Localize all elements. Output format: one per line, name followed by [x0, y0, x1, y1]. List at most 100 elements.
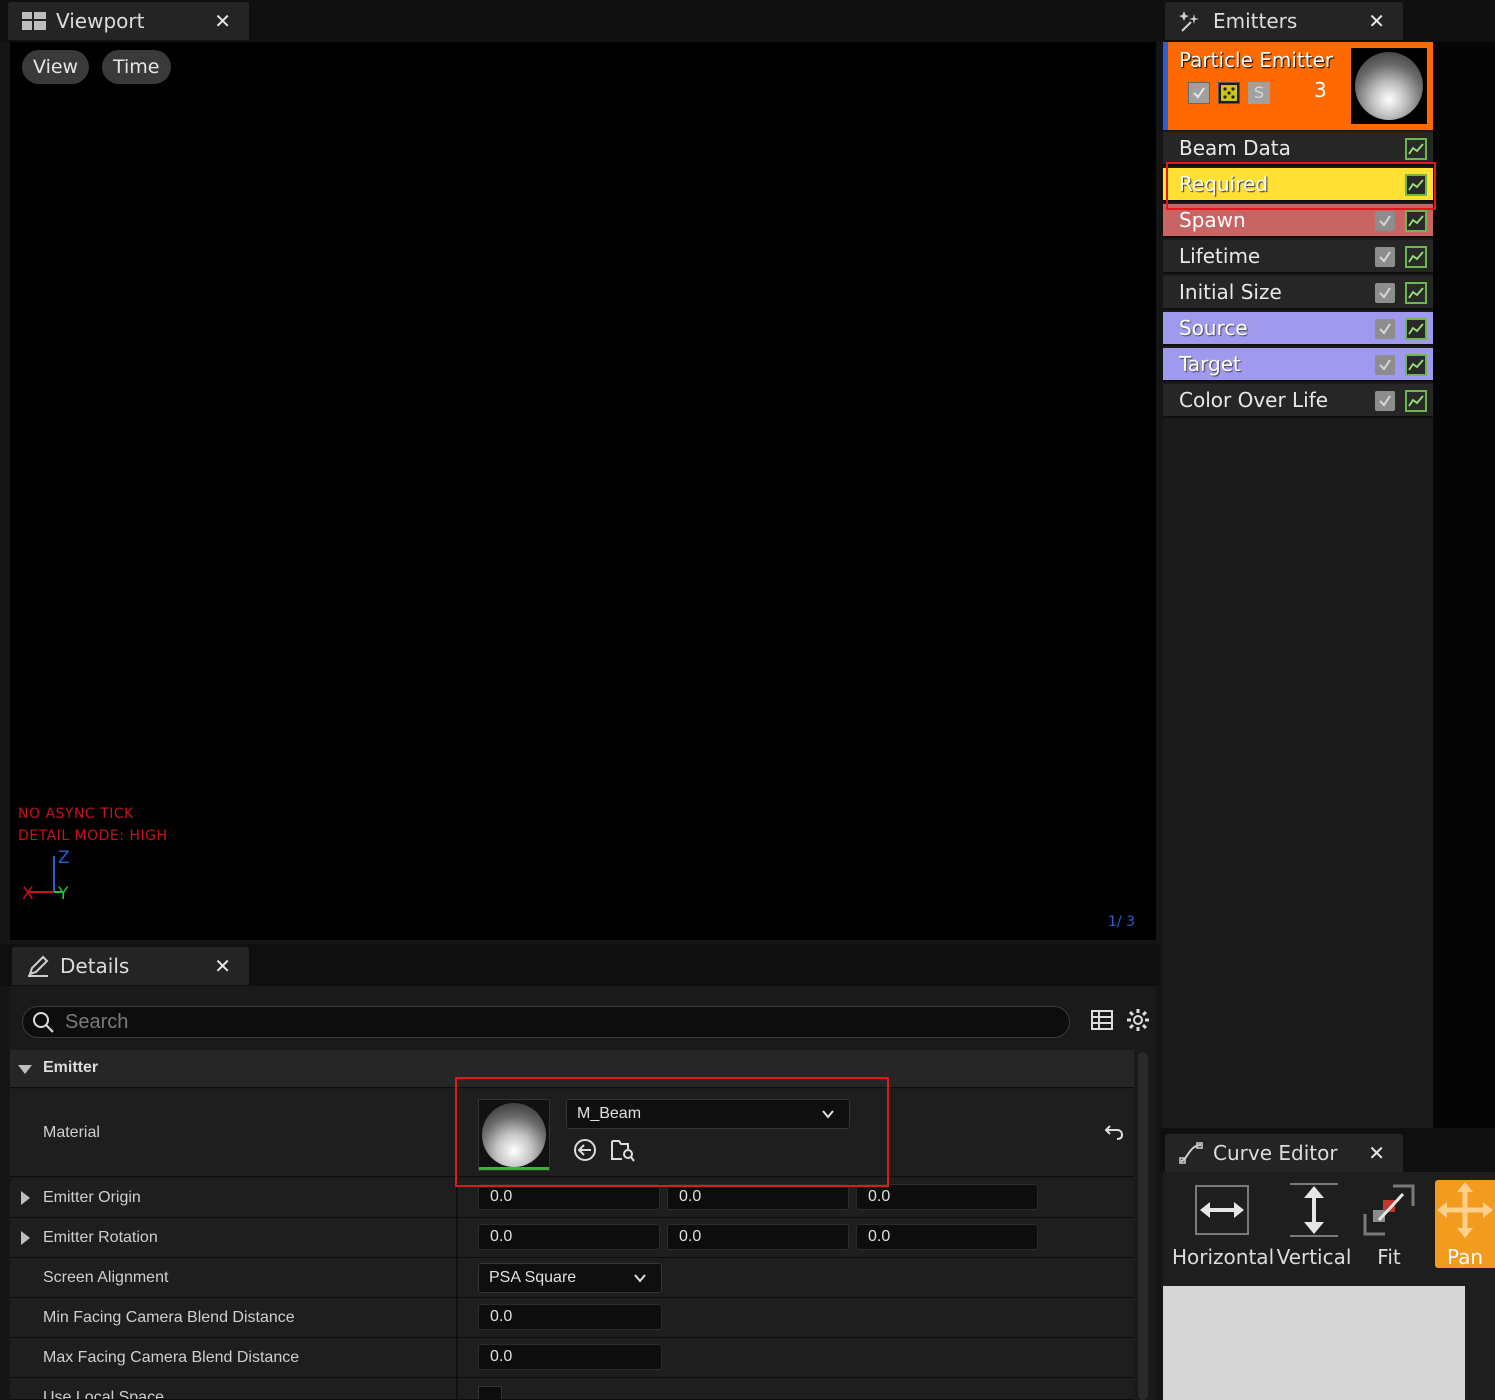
prop-screen-alignment: Screen Alignment PSA Square [10, 1258, 1134, 1298]
fit-vertical-icon [1290, 1183, 1338, 1237]
module-spawn[interactable]: Spawn [1163, 204, 1433, 238]
prop-max-facing-camera-blend: Max Facing Camera Blend Distance 0.0 [10, 1338, 1134, 1378]
curve-graph-icon[interactable] [1405, 138, 1427, 160]
curve-graph-icon[interactable] [1405, 210, 1427, 232]
module-enable-checkbox[interactable] [1375, 211, 1395, 231]
prop-label: Emitter Rotation [43, 1229, 158, 1246]
curve-graph-icon[interactable] [1405, 390, 1427, 412]
emitter-name: Particle Emitter [1179, 48, 1334, 72]
expand-arrow-icon[interactable] [21, 1191, 30, 1205]
module-color-over-life[interactable]: Color Over Life [1163, 384, 1433, 418]
module-beam-data[interactable]: Beam Data [1163, 132, 1433, 166]
close-icon[interactable]: ✕ [214, 954, 231, 978]
material-dropdown[interactable]: M_Beam [566, 1099, 850, 1129]
viewport-canvas[interactable]: View Time NO ASYNC TICK DETAIL MODE: HIG… [10, 42, 1156, 940]
rotation-x-field[interactable]: 0.0 [478, 1224, 660, 1250]
prop-label: Screen Alignment [43, 1269, 169, 1286]
material-value: M_Beam [577, 1105, 642, 1122]
search-icon [33, 1012, 54, 1033]
search-input[interactable] [65, 1010, 965, 1034]
prop-emitter-rotation: Emitter Rotation 0.0 0.0 0.0 [10, 1218, 1134, 1258]
module-required[interactable]: Required [1163, 168, 1433, 202]
module-enable-checkbox[interactable] [1375, 355, 1395, 375]
tab-details-label: Details [60, 954, 130, 978]
module-label: Required [1179, 172, 1269, 196]
expand-arrow-icon[interactable] [21, 1231, 30, 1245]
prop-min-facing-camera-blend: Min Facing Camera Blend Distance 0.0 [10, 1298, 1134, 1338]
fit-icon [1363, 1184, 1415, 1236]
chevron-down-icon [634, 1274, 646, 1283]
origin-y-field[interactable]: 0.0 [667, 1184, 849, 1210]
origin-x-field[interactable]: 0.0 [478, 1184, 660, 1210]
tab-curve-editor-label: Curve Editor [1213, 1141, 1338, 1165]
curve-graph-area[interactable] [1163, 1286, 1465, 1400]
min-facing-field[interactable]: 0.0 [478, 1304, 662, 1330]
close-icon[interactable]: ✕ [1368, 1141, 1385, 1165]
prop-label: Use Local Space [43, 1389, 164, 1400]
pan-button[interactable]: Pan [1435, 1180, 1495, 1269]
stat-detail-mode: DETAIL MODE: HIGH [18, 828, 168, 844]
tab-curve-editor[interactable]: Curve Editor ✕ [1165, 1134, 1403, 1172]
collapse-arrow-icon[interactable] [18, 1065, 32, 1074]
pan-label: Pan [1446, 1245, 1484, 1269]
module-enable-checkbox[interactable] [1375, 391, 1395, 411]
emitter-header[interactable]: Particle Emitter S 3 [1163, 42, 1433, 130]
curve-graph-icon[interactable] [1405, 282, 1427, 304]
tab-details[interactable]: Details ✕ [12, 947, 249, 985]
lod-counter: 1/ 3 [1108, 914, 1135, 930]
module-lifetime[interactable]: Lifetime [1163, 240, 1433, 274]
screen-alignment-value: PSA Square [489, 1269, 577, 1286]
time-menu-button[interactable]: Time [102, 50, 171, 84]
tab-viewport[interactable]: Viewport ✕ [8, 2, 249, 40]
close-icon[interactable]: ✕ [214, 9, 231, 33]
vertical-button[interactable]: Vertical [1276, 1180, 1352, 1269]
vertical-label: Vertical [1276, 1245, 1352, 1269]
module-enable-checkbox[interactable] [1375, 319, 1395, 339]
details-scrollbar[interactable] [1138, 1052, 1148, 1400]
screen-alignment-dropdown[interactable]: PSA Square [478, 1263, 662, 1293]
render-mode-icon[interactable] [1218, 82, 1240, 104]
fit-button[interactable]: Fit [1356, 1180, 1422, 1269]
solo-button[interactable]: S [1248, 82, 1270, 104]
browse-asset-icon[interactable] [610, 1137, 636, 1167]
horizontal-button[interactable]: Horizontal [1172, 1180, 1274, 1269]
curve-graph-icon[interactable] [1405, 354, 1427, 376]
view-menu-button[interactable]: View [22, 50, 90, 84]
max-facing-field[interactable]: 0.0 [478, 1344, 662, 1370]
axis-gizmo: Z X Y [18, 848, 78, 908]
module-target[interactable]: Target [1163, 348, 1433, 382]
prop-emitter-origin: Emitter Origin 0.0 0.0 0.0 [10, 1178, 1134, 1218]
origin-z-field[interactable]: 0.0 [856, 1184, 1038, 1210]
material-thumbnail[interactable] [478, 1099, 550, 1171]
curve-graph-icon[interactable] [1405, 318, 1427, 340]
reset-to-default-icon[interactable] [1104, 1123, 1124, 1145]
curve-graph-icon[interactable] [1405, 174, 1427, 196]
module-label: Beam Data [1179, 136, 1291, 160]
tab-emitters-label: Emitters [1213, 9, 1298, 33]
emitter-enable-checkbox[interactable] [1188, 82, 1210, 104]
fit-label: Fit [1377, 1245, 1401, 1269]
use-selected-asset-icon[interactable] [572, 1137, 598, 1167]
curve-graph-icon[interactable] [1405, 246, 1427, 268]
prop-use-local-space: Use Local Space [10, 1378, 1134, 1400]
rotation-y-field[interactable]: 0.0 [667, 1224, 849, 1250]
module-source[interactable]: Source [1163, 312, 1433, 346]
use-local-space-checkbox[interactable] [478, 1386, 502, 1399]
rotation-z-field[interactable]: 0.0 [856, 1224, 1038, 1250]
details-search[interactable] [22, 1006, 1070, 1038]
fit-horizontal-icon [1195, 1185, 1249, 1235]
emitters-sparkle-icon [1179, 9, 1203, 33]
chevron-down-icon [822, 1110, 834, 1119]
emitters-panel: Particle Emitter S 3 Beam Data Required … [1163, 42, 1433, 1128]
emitter-particle-count: 3 [1314, 78, 1327, 102]
module-enable-checkbox[interactable] [1375, 247, 1395, 267]
category-label: Emitter [43, 1059, 99, 1076]
close-icon[interactable]: ✕ [1368, 9, 1385, 33]
module-enable-checkbox[interactable] [1375, 283, 1395, 303]
settings-gear-icon[interactable] [1126, 1008, 1150, 1036]
tab-emitters[interactable]: Emitters ✕ [1165, 2, 1403, 40]
table-view-icon[interactable] [1090, 1008, 1114, 1036]
category-emitter[interactable]: Emitter [10, 1050, 1134, 1088]
emitter-thumbnail [1351, 48, 1427, 124]
module-initial-size[interactable]: Initial Size [1163, 276, 1433, 310]
